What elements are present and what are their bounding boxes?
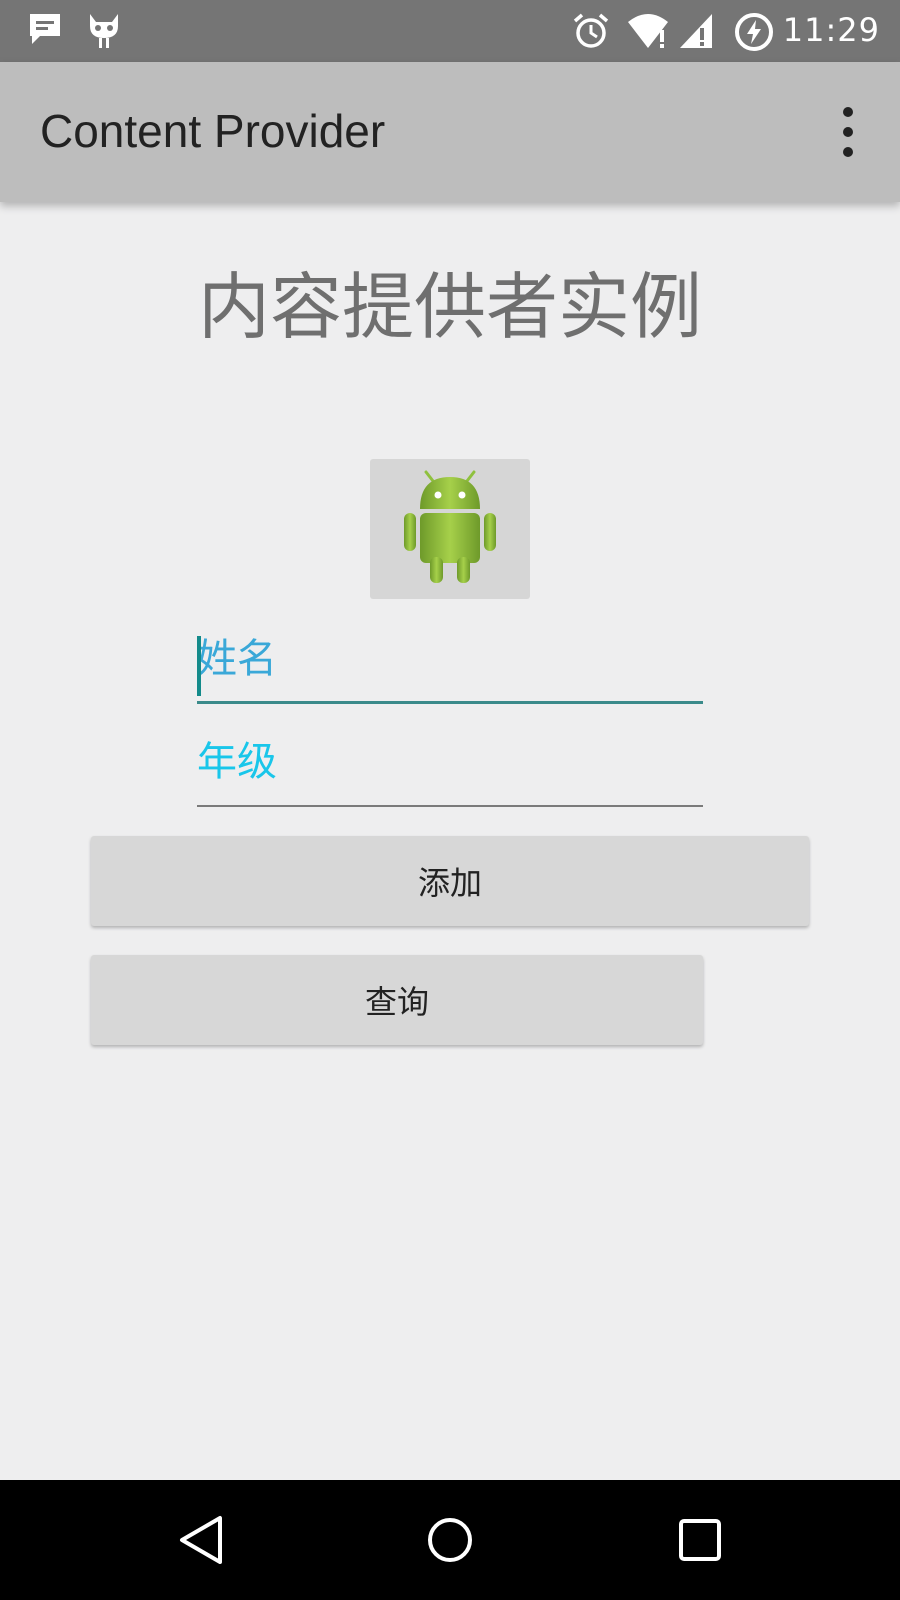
home-button[interactable] xyxy=(418,1508,482,1572)
app-bar: Content Provider xyxy=(0,62,900,202)
grade-field[interactable] xyxy=(197,727,703,807)
text-cursor xyxy=(197,636,201,696)
more-vert-icon xyxy=(843,107,853,157)
back-button[interactable] xyxy=(170,1508,234,1572)
app-title: Content Provider xyxy=(40,105,386,157)
overflow-menu-button[interactable] xyxy=(836,104,860,160)
name-field-underline xyxy=(197,701,703,704)
status-time: 11:29 xyxy=(782,11,880,49)
status-bar: 11:29 xyxy=(0,0,900,62)
name-input[interactable] xyxy=(197,624,703,694)
signal-icon xyxy=(678,12,718,54)
page-heading: 内容提供者实例 xyxy=(197,265,702,349)
battery-charging-icon xyxy=(734,12,774,56)
grade-input[interactable] xyxy=(197,727,703,797)
message-icon xyxy=(28,12,62,52)
recents-button[interactable] xyxy=(668,1508,732,1572)
home-icon xyxy=(428,1518,472,1562)
navigation-bar xyxy=(0,1480,900,1600)
alarm-icon xyxy=(572,12,610,54)
android-robot-icon xyxy=(404,470,496,583)
cyanogen-icon xyxy=(86,12,122,54)
query-button[interactable]: 查询 xyxy=(91,955,703,1045)
back-icon xyxy=(180,1516,222,1564)
wifi-icon xyxy=(626,12,670,54)
image-button[interactable] xyxy=(370,459,530,599)
add-button[interactable]: 添加 xyxy=(91,836,809,926)
recents-icon xyxy=(679,1519,721,1561)
grade-field-underline xyxy=(197,805,703,807)
name-field[interactable] xyxy=(197,624,703,704)
